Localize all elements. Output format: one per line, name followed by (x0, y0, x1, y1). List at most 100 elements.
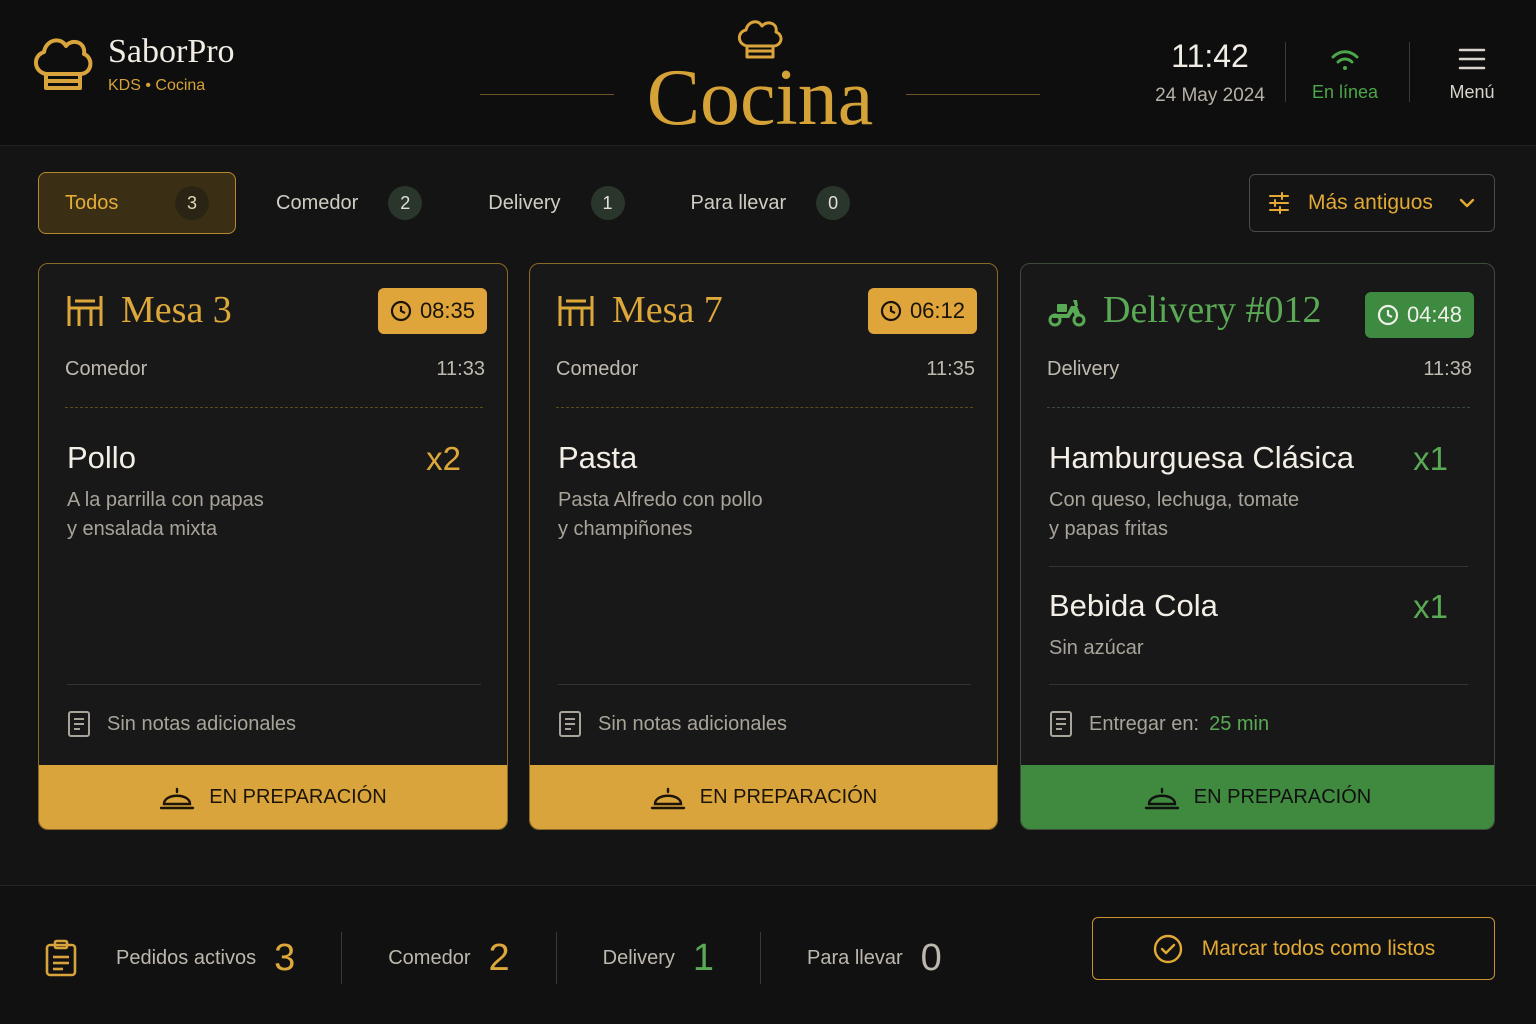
order-type: Delivery (1047, 358, 1120, 380)
status-label: EN PREPARACIÓN (699, 785, 878, 808)
stat-divider (760, 932, 762, 984)
filter-tab-delivery[interactable]: Delivery 1 (462, 172, 650, 234)
order-title: Mesa 3 (121, 289, 232, 331)
order-timer-value: 08:35 (419, 298, 475, 323)
chevron-down-icon (1459, 198, 1475, 208)
notes-text: Sin notas adicionales (107, 712, 297, 735)
status-button[interactable]: EN PREPARACIÓN (530, 765, 997, 829)
page-title: Cocina (646, 54, 874, 142)
item-description: y papas fritas (1049, 518, 1168, 540)
sort-dropdown[interactable]: Más antiguos (1249, 174, 1495, 232)
stat-delivery: Delivery 1 (603, 937, 714, 980)
stat-divider (341, 932, 343, 984)
order-time: 11:38 (1423, 358, 1472, 380)
card-divider (558, 684, 971, 685)
title-rule-right (906, 94, 1040, 95)
cloche-icon (650, 787, 685, 810)
header-divider (1409, 42, 1410, 102)
stat-value: 3 (274, 936, 296, 979)
order-item: Pollo x2 A la parrilla con papas y ensal… (67, 440, 461, 544)
item-quantity: x1 (1413, 440, 1448, 477)
filter-count: 0 (816, 186, 851, 220)
item-name: Hamburguesa Clásica (1049, 440, 1354, 475)
check-circle-icon (1153, 934, 1182, 963)
clock-icon (1377, 304, 1399, 326)
table-icon (67, 296, 103, 326)
order-card[interactable]: Delivery #012 04:48 Delivery 11:38 Hambu… (1020, 263, 1495, 830)
card-divider (1049, 684, 1468, 685)
order-title: Mesa 7 (612, 289, 723, 331)
item-quantity: x1 (1413, 588, 1448, 625)
stat-divider (555, 932, 557, 984)
stat-active: Pedidos activos 3 (116, 937, 295, 980)
status-button[interactable]: EN PREPARACIÓN (1021, 765, 1494, 829)
filter-label: Todos (65, 191, 119, 214)
wifi-icon (1331, 50, 1359, 70)
order-card[interactable]: Mesa 7 06:12 Comedor 11:35 Pasta Pasta A… (529, 263, 998, 830)
filter-tabs: Todos 3 Comedor 2 Delivery 1 Para llevar… (38, 172, 876, 234)
title-rule-left (480, 94, 614, 95)
brand-name: SaborPro (108, 33, 235, 70)
brand-subtitle: KDS • Cocina (108, 77, 206, 94)
stat-takeaway: Para llevar 0 (807, 937, 942, 980)
filter-count: 2 (388, 186, 423, 220)
status-label: EN PREPARACIÓN (209, 785, 387, 808)
item-name: Bebida Cola (1049, 588, 1218, 623)
filter-tab-todos[interactable]: Todos 3 (38, 172, 236, 234)
menu-label: Menú (1449, 82, 1495, 102)
item-description: Con queso, lechuga, tomate (1049, 489, 1300, 511)
order-card[interactable]: Mesa 3 08:35 Comedor 11:33 Pollo x2 A la… (38, 263, 508, 830)
page-title-block: Cocina (480, 18, 1040, 138)
mark-all-label: Marcar todos como listos (1201, 936, 1436, 960)
order-notes: Sin notas adicionales (558, 710, 977, 738)
item-name: Pollo (67, 440, 136, 475)
sliders-icon (1269, 192, 1289, 214)
connection-status-label: En línea (1311, 82, 1379, 102)
note-icon (559, 711, 581, 737)
filter-tab-comedor[interactable]: Comedor 2 (250, 172, 448, 234)
clock-icon (880, 300, 902, 322)
menu-button[interactable]: Menú (1432, 46, 1512, 103)
item-description: A la parrilla con papas (67, 489, 264, 511)
item-quantity: x2 (426, 440, 461, 477)
stat-value: 1 (692, 936, 715, 979)
stat-label: Para llevar (807, 946, 903, 969)
order-time: 11:33 (436, 358, 485, 380)
card-divider (67, 684, 481, 685)
clock-icon (390, 300, 412, 322)
item-description: y ensalada mixta (67, 518, 218, 540)
note-icon (1050, 711, 1072, 737)
card-divider (65, 407, 483, 408)
filter-label: Para llevar (690, 191, 787, 214)
order-item: Pasta Pasta Alfredo con pollo y champiño… (558, 440, 951, 544)
order-title: Delivery #012 (1103, 289, 1322, 331)
filter-count: 3 (175, 186, 209, 220)
mark-all-ready-button[interactable]: Marcar todos como listos (1092, 917, 1495, 980)
filter-tab-para-llevar[interactable]: Para llevar 0 (665, 172, 877, 234)
item-divider (1049, 566, 1468, 567)
delivery-eta: 25 min (1209, 712, 1270, 735)
order-notes: Sin notas adicionales (67, 710, 487, 738)
chef-hat-logo-icon (34, 38, 93, 90)
order-timer: 06:12 (867, 288, 977, 334)
connection-status: En línea (1300, 48, 1390, 103)
clipboard-icon (45, 939, 77, 977)
filter-label: Delivery (488, 191, 561, 214)
item-description: y champiñones (558, 518, 693, 540)
notes-text: Entregar en: (1089, 712, 1200, 735)
stat-value: 0 (920, 936, 942, 979)
order-time: 11:35 (926, 358, 975, 380)
order-timer-value: 04:48 (1406, 302, 1462, 327)
clock: 11:42 24 May 2024 (1140, 38, 1280, 107)
clock-time: 11:42 (1171, 38, 1249, 74)
notes-text: Sin notas adicionales (598, 712, 788, 735)
order-timer-value: 06:12 (909, 298, 965, 323)
order-item: Bebida Cola x1 Sin azúcar (1049, 588, 1448, 663)
cloche-icon (1144, 787, 1179, 810)
status-button[interactable]: EN PREPARACIÓN (39, 765, 507, 829)
card-divider (1047, 407, 1470, 408)
stat-label: Delivery (602, 946, 675, 969)
stat-label: Pedidos activos (116, 946, 257, 969)
summary-footer: Pedidos activos 3 Comedor 2 Delivery 1 P… (0, 885, 1536, 1024)
brand: SaborPro KDS • Cocina (30, 34, 235, 96)
